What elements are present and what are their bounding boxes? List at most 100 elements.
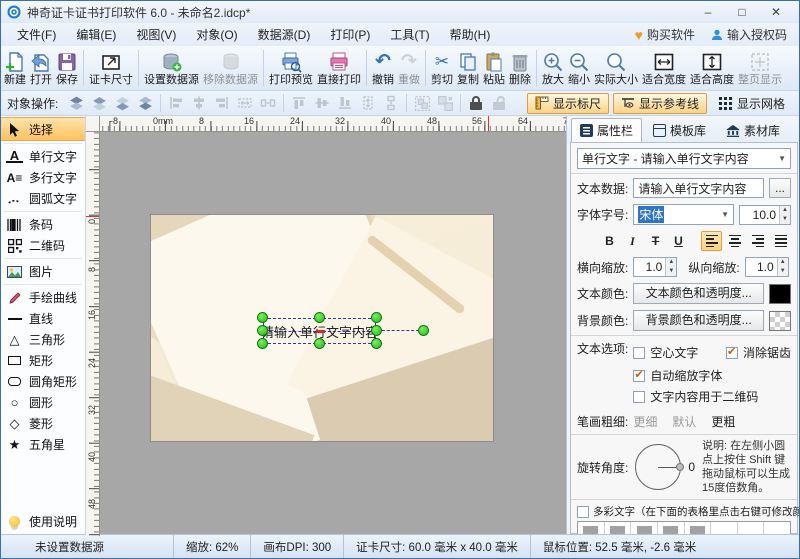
h-scale-spinner[interactable]: 1.0▲▼ [633,257,677,277]
autoscale-font-option[interactable]: 自动缩放字体 [633,365,791,386]
align-bottom-button[interactable] [334,93,356,113]
align-justify-text-button[interactable] [770,231,791,251]
align-top-button[interactable] [288,93,310,113]
bold-button[interactable]: B [599,231,620,251]
show-guides-toggle[interactable]: 显示参考线 [613,93,707,114]
ungroup-button[interactable] [434,93,456,113]
tool-arc-text[interactable]: 圆弧文字 [1,188,85,209]
autoscale-font-checkbox[interactable] [633,370,645,382]
print-preview-button[interactable]: 打印预览 [267,47,315,89]
tool-select[interactable]: 选择 [1,117,85,141]
fit-width-button[interactable]: 适合宽度 [640,47,688,89]
object-selector-dropdown[interactable]: 单行文字 - 请输入单行文字内容▼ [577,148,791,169]
menu-print[interactable]: 打印(P) [320,23,380,46]
tool-qrcode[interactable]: 二维码 [1,235,85,256]
align-left-button[interactable] [165,93,187,113]
h-space-equal-button[interactable] [257,93,279,113]
align-right-text-button[interactable] [747,231,768,251]
stroke-default-link[interactable]: 默认 [672,413,696,430]
bg-color-button[interactable]: 背景颜色和透明度... [633,310,764,331]
text-color-button[interactable]: 文本颜色和透明度... [633,283,764,304]
font-family-select[interactable]: 宋体▼ [633,204,734,225]
tool-freehand-curve[interactable]: 手绘曲线 [1,287,85,308]
zoom-out-button[interactable]: 缩小 [566,47,592,89]
show-ruler-toggle[interactable]: 显示标尺 [527,93,609,114]
resize-handle-sw[interactable] [257,338,268,349]
cut-button[interactable]: ✂剪切 [429,47,455,89]
lock-button[interactable] [465,93,487,113]
new-button[interactable]: 新建 [2,47,28,89]
dial-handle-dot[interactable] [676,463,684,471]
stroke-thinner-link[interactable]: 更细 [633,413,657,430]
v-scale-spinner[interactable]: 1.0▲▼ [745,257,789,277]
tool-barcode[interactable]: 条码 [1,214,85,235]
align-center-text-button[interactable] [724,231,745,251]
tool-star[interactable]: ★五角星 [1,434,85,455]
delete-button[interactable]: 删除 [507,47,533,89]
help-link[interactable]: 使用说明 [1,511,85,532]
align-left-text-button[interactable] [701,231,722,251]
set-datasource-button[interactable]: 设置数据源 [142,47,201,89]
text-data-more-button[interactable]: ... [769,178,791,198]
tool-multi-line-text[interactable]: A≡多行文字 [1,167,85,188]
resize-handle-se[interactable] [371,338,382,349]
hollow-text-option[interactable]: 空心文字 [633,342,698,363]
italic-button[interactable]: I [622,231,643,251]
show-grid-toggle[interactable]: 显示网格 [711,93,793,114]
resize-handle-w[interactable] [257,325,268,336]
text-data-input[interactable]: 请输入单行文字内容 [633,178,764,198]
tool-line[interactable]: 直线 [1,308,85,329]
rotation-handle[interactable] [418,325,429,336]
menu-view[interactable]: 视图(V) [126,23,186,46]
underline-button[interactable]: U [668,231,689,251]
tool-single-line-text[interactable]: A单行文字 [1,146,85,167]
resize-handle-nw[interactable] [257,312,268,323]
fit-height-button[interactable]: 适合高度 [688,47,736,89]
multicolor-text-checkbox[interactable] [577,506,589,518]
save-button[interactable]: 保存 [54,47,80,89]
resize-handle-n[interactable] [314,312,325,323]
tool-rectangle[interactable]: 矩形 [1,350,85,371]
menu-datasource[interactable]: 数据源(D) [248,23,321,46]
unlock-button[interactable] [488,93,510,113]
actual-size-button[interactable]: 实际大小 [592,47,640,89]
buy-software-link[interactable]: ♥购买软件 [635,26,695,43]
bring-to-front-button[interactable] [65,93,87,113]
resize-handle-e[interactable] [371,325,382,336]
resize-handle-s[interactable] [314,338,325,349]
align-center-h-button[interactable] [188,93,210,113]
tool-diamond[interactable]: ◇菱形 [1,413,85,434]
tool-image[interactable]: 图片 [1,261,85,282]
tab-asset-library[interactable]: 素材库 [717,118,789,142]
menu-tools[interactable]: 工具(T) [380,23,439,46]
antialias-option[interactable]: 消除锯齿 [726,342,791,363]
full-page-button[interactable]: 整页显示 [736,47,784,89]
same-height-button[interactable] [357,93,379,113]
undo-button[interactable]: ↶撤销 [370,47,396,89]
text-as-qrcode-checkbox[interactable] [633,391,645,403]
paste-button[interactable]: 粘贴 [481,47,507,89]
text-as-qrcode-option[interactable]: 文字内容用于二维码 [633,386,791,407]
tool-circle[interactable]: ○圆形 [1,392,85,413]
bg-color-swatch[interactable] [769,311,791,331]
close-button[interactable]: ✕ [759,2,793,22]
canvas-area[interactable]: -8 0mm 8 16 24 32 40 48 56 64 72 0 8 16 … [86,116,566,536]
copy-button[interactable]: 复制 [455,47,481,89]
license-code-link[interactable]: 输入授权码 [711,26,787,43]
menu-help[interactable]: 帮助(H) [440,23,501,46]
menu-file[interactable]: 文件(F) [7,23,66,46]
redo-button[interactable]: ↷重做 [396,47,422,89]
group-button[interactable] [411,93,433,113]
resize-handle-ne[interactable] [371,312,382,323]
v-space-equal-button[interactable] [380,93,402,113]
send-backward-button[interactable] [111,93,133,113]
maximize-button[interactable]: □ [725,2,759,22]
menu-edit[interactable]: 编辑(E) [66,23,126,46]
menu-object[interactable]: 对象(O) [186,23,247,46]
tab-properties[interactable]: 属性栏 [571,118,642,142]
card-size-button[interactable]: 证卡尺寸 [87,47,135,89]
open-button[interactable]: 打开 [28,47,54,89]
strikethrough-button[interactable]: T [645,231,666,251]
send-to-back-button[interactable] [134,93,156,113]
bring-forward-button[interactable] [88,93,110,113]
